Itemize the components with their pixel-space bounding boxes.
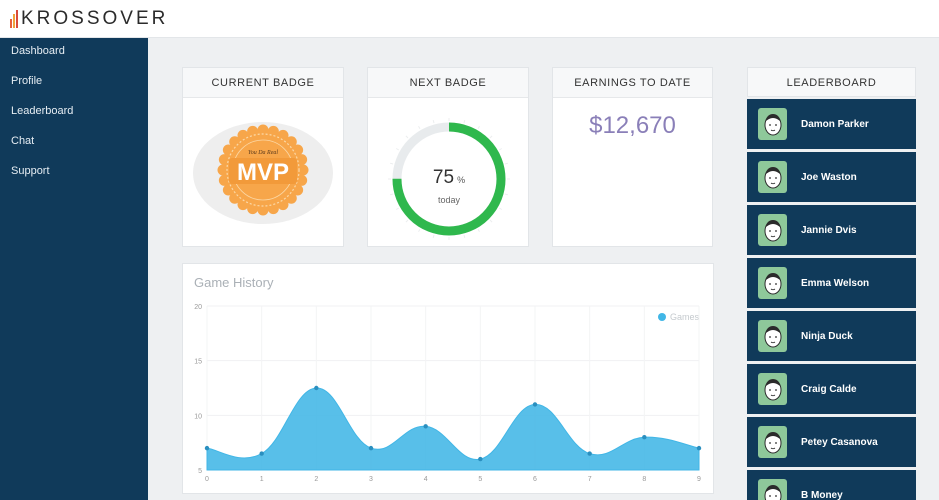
krossover-logo[interactable]: KROSSOVER (10, 8, 169, 29)
current-badge-title: CURRENT BADGE (183, 68, 343, 98)
sidebar-item-leaderboard[interactable]: Leaderboard (0, 100, 148, 130)
leaderboard-row[interactable]: Joe Waston (747, 152, 916, 202)
earnings-card: EARNINGS TO DATE $12,670 (552, 67, 713, 247)
data-point-5 (478, 456, 483, 462)
x-tick-label: 7 (588, 476, 592, 483)
y-tick-label: 5 (198, 468, 202, 475)
game-history-chart: 0 1 2 3 4 5 6 7 8 9 5 10 15 20 (194, 304, 702, 483)
data-point-9 (696, 445, 702, 451)
x-tick-label: 4 (424, 476, 428, 483)
avatar-icon (758, 214, 787, 246)
avatar-icon (758, 108, 787, 140)
player-name: Joe Waston (801, 171, 857, 183)
x-tick-label: 9 (697, 476, 701, 483)
series-area-games (206, 387, 700, 471)
earnings-value: $12,670 (589, 112, 676, 139)
next-badge-title: NEXT BADGE (368, 68, 528, 98)
current-badge-card: CURRENT BADGE You Da Real MVP (182, 67, 344, 247)
sidebar: Dashboard Profile Leaderboard Chat Suppo… (0, 38, 148, 500)
x-tick-label: 0 (205, 476, 209, 483)
avatar-icon (758, 267, 787, 299)
x-tick-label: 8 (642, 476, 646, 483)
mvp-badge-icon: You Da Real MVP (193, 122, 333, 224)
progress-subtitle: today (437, 195, 461, 205)
leaderboard-row[interactable]: Damon Parker (747, 99, 916, 149)
data-point-1 (259, 451, 264, 456)
x-tick-label: 1 (260, 476, 264, 483)
leaderboard-title: LEADERBOARD (747, 67, 916, 97)
avatar-icon (758, 479, 787, 500)
data-point-7 (587, 451, 592, 456)
data-point-3 (368, 445, 374, 451)
avatar-icon (758, 161, 787, 193)
leaderboard-row[interactable]: Craig Calde (747, 364, 916, 414)
player-name: Craig Calde (801, 383, 857, 395)
leaderboard-row[interactable]: Jannie Dvis (747, 205, 916, 255)
sidebar-item-dashboard[interactable]: Dashboard (0, 40, 148, 70)
x-tick-label: 3 (369, 476, 373, 483)
data-point-6 (532, 402, 538, 407)
progress-unit: % (457, 175, 466, 185)
progress-value-wrap: 75% (387, 167, 511, 189)
player-name: Jannie Dvis (801, 224, 857, 236)
x-tick-label: 5 (478, 476, 482, 483)
y-tick-label: 20 (194, 304, 202, 311)
badge-mvp-text: MVP (237, 159, 289, 186)
logo-bars-icon (10, 10, 18, 28)
sidebar-item-profile[interactable]: Profile (0, 70, 148, 100)
brand-name: KROSSOVER (21, 8, 169, 29)
data-point-8 (642, 435, 647, 440)
badge-tagline: You Da Real (248, 150, 278, 156)
player-name: B Money (801, 489, 843, 500)
progress-gauge: 75% today (387, 117, 511, 241)
y-tick-label: 10 (194, 413, 202, 420)
top-bar: KROSSOVER (0, 0, 939, 38)
x-tick-label: 2 (314, 476, 318, 483)
next-badge-card: NEXT BADGE 75% today (367, 67, 529, 247)
leaderboard-row[interactable]: B Money (747, 470, 916, 500)
game-history-card: Game History Games 0123456789 5 10 15 20 (182, 263, 714, 494)
data-point-4 (423, 424, 428, 429)
leaderboard-panel: LEADERBOARD Damon Parker Joe Waston Jannie… (747, 67, 916, 500)
player-name: Emma Welson (801, 277, 870, 289)
earnings-title: EARNINGS TO DATE (553, 68, 712, 98)
avatar-icon (758, 320, 787, 352)
avatar-icon (758, 373, 787, 405)
sidebar-item-chat[interactable]: Chat (0, 130, 148, 160)
x-tick-label: 6 (533, 476, 537, 483)
progress-value: 75 (432, 167, 455, 188)
leaderboard-row[interactable]: Ninja Duck (747, 311, 916, 361)
player-name: Petey Casanova (801, 436, 878, 448)
y-tick-label: 15 (194, 359, 202, 366)
leaderboard-row[interactable]: Petey Casanova (747, 417, 916, 467)
avatar-icon (758, 426, 787, 458)
sidebar-item-support[interactable]: Support (0, 160, 148, 190)
data-point-0 (204, 445, 210, 451)
player-name: Damon Parker (801, 118, 869, 130)
leaderboard-row[interactable]: Emma Welson (747, 258, 916, 308)
player-name: Ninja Duck (801, 330, 853, 342)
data-point-2 (314, 385, 319, 391)
